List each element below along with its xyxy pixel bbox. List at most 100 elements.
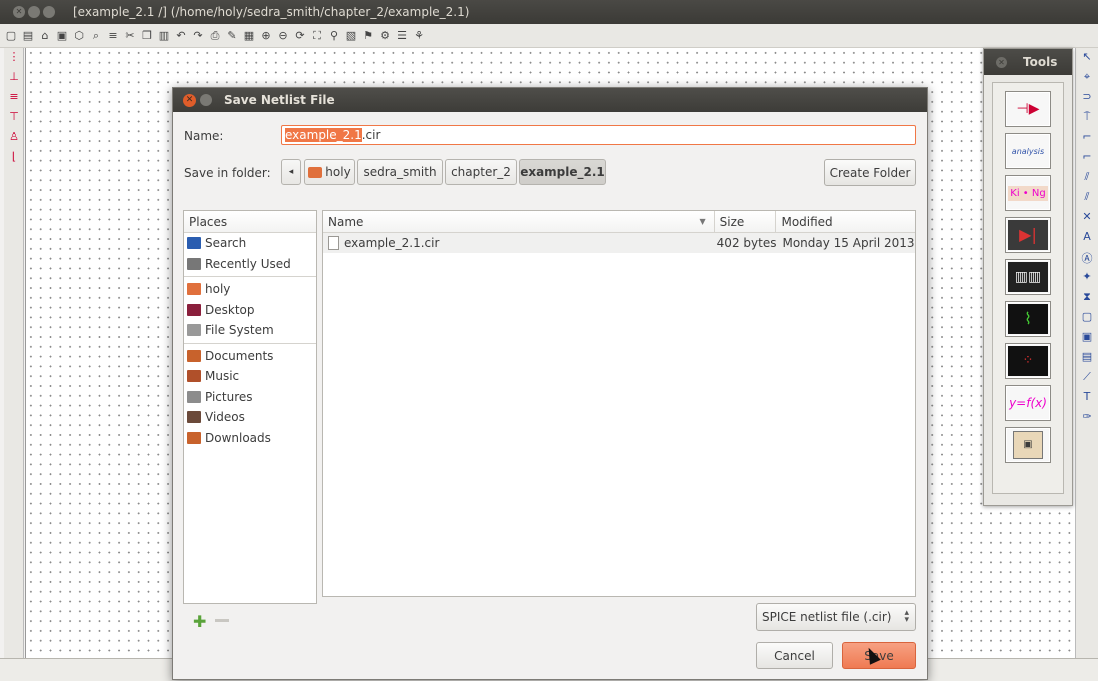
left-toolbar: ⋮ ⊥ ≡ ⊤ ♙ ⌊ bbox=[4, 48, 24, 658]
zoom-out-icon[interactable]: ⊖ bbox=[275, 28, 291, 44]
close-icon[interactable]: ✕ bbox=[996, 56, 1007, 68]
grid-icon[interactable]: ⋮ bbox=[6, 50, 22, 68]
import-sheet-icon[interactable]: ▣ bbox=[1079, 330, 1095, 347]
mm-units-icon[interactable]: ≡ bbox=[6, 90, 22, 108]
page-settings-icon[interactable]: ⬡ bbox=[71, 28, 87, 44]
tool-function-button[interactable]: y=f(x) bbox=[1005, 385, 1051, 421]
hier-label-icon[interactable]: ⧗ bbox=[1079, 290, 1095, 307]
library-icon[interactable]: ⌂ bbox=[37, 28, 53, 44]
add-bus-icon[interactable]: ⌐ bbox=[1079, 150, 1095, 167]
bom-icon[interactable]: ☰ bbox=[394, 28, 410, 44]
tool-kicad-ngspice-button[interactable]: Ki • Ng bbox=[1005, 175, 1051, 211]
breadcrumb-example-2-1[interactable]: example_2.1 bbox=[519, 159, 606, 185]
subcircuit-icon: ▥▥ bbox=[1008, 262, 1048, 292]
places-item-documents[interactable]: Documents bbox=[184, 346, 316, 367]
places-item-pictures[interactable]: Pictures bbox=[184, 387, 316, 408]
paste-icon[interactable]: ▥ bbox=[156, 28, 172, 44]
pcbnew-icon[interactable]: ⚘ bbox=[411, 28, 427, 44]
tool-model-editor-button[interactable]: ▶| bbox=[1005, 217, 1051, 253]
create-folder-button[interactable]: Create Folder bbox=[824, 159, 916, 186]
places-item-label: Search bbox=[205, 236, 247, 251]
zoom-in-icon[interactable]: ⊕ bbox=[258, 28, 274, 44]
net-label-icon[interactable]: A bbox=[1079, 230, 1095, 247]
sort-chevron-down-icon: ▼ bbox=[699, 217, 706, 226]
add-wire-icon[interactable]: ⌐ bbox=[1079, 130, 1095, 147]
bus-entry-icon[interactable]: ⌊ bbox=[6, 150, 22, 168]
new-file-icon[interactable]: ▢ bbox=[3, 28, 19, 44]
desktop-icon bbox=[187, 303, 201, 316]
minimize-icon[interactable] bbox=[28, 6, 40, 18]
maximize-icon[interactable] bbox=[200, 94, 212, 106]
hidden-pins-icon[interactable]: ♙ bbox=[6, 130, 22, 148]
tool-modelica-button[interactable]: ⁘ bbox=[1005, 343, 1051, 379]
close-icon[interactable]: ✕ bbox=[13, 6, 25, 18]
places-item-holy[interactable]: holy bbox=[184, 279, 316, 300]
file-type-select[interactable]: SPICE netlist file (.cir) ▴ ▾ bbox=[756, 603, 916, 631]
add-bookmark-icon[interactable]: ✚ bbox=[193, 612, 206, 631]
undo-icon[interactable]: ↶ bbox=[173, 28, 189, 44]
breadcrumb-back-button[interactable]: ◂ bbox=[281, 159, 301, 185]
cancel-button[interactable]: Cancel bbox=[756, 642, 833, 669]
add-power-icon[interactable]: ⍑ bbox=[1079, 110, 1095, 127]
wire-to-bus-icon[interactable]: ⫽ bbox=[1079, 170, 1095, 187]
find-icon[interactable]: ⌕ bbox=[88, 28, 104, 44]
column-name-header[interactable]: Name ▼ bbox=[323, 211, 715, 232]
global-label-icon[interactable]: Ⓐ bbox=[1079, 250, 1095, 267]
remove-bookmark-icon[interactable] bbox=[215, 619, 229, 622]
find-component-icon[interactable]: ⚲ bbox=[326, 28, 342, 44]
redo-icon[interactable]: ↷ bbox=[190, 28, 206, 44]
tool-subcircuit-button[interactable]: ▥▥ bbox=[1005, 259, 1051, 295]
no-connect-icon[interactable]: ✕ bbox=[1079, 210, 1095, 227]
maximize-icon[interactable] bbox=[43, 6, 55, 18]
hierarchy-navigator-icon[interactable]: ⌖ bbox=[1079, 70, 1095, 87]
bus-to-bus-icon[interactable]: ⫽ bbox=[1079, 190, 1095, 207]
add-component-icon[interactable]: ⊃ bbox=[1079, 90, 1095, 107]
open-file-icon[interactable]: ▤ bbox=[20, 28, 36, 44]
save-icon[interactable]: ▣ bbox=[54, 28, 70, 44]
filename-input[interactable]: example_2.1.cir bbox=[281, 125, 916, 145]
tool-chip-button[interactable]: ▣ bbox=[1005, 427, 1051, 463]
close-icon[interactable]: ✕ bbox=[183, 93, 196, 107]
tool-analysis-button[interactable]: analysis bbox=[1005, 133, 1051, 169]
cursor-shape-icon[interactable]: ⊤ bbox=[6, 110, 22, 128]
home-folder-icon bbox=[308, 166, 323, 178]
places-item-recently-used[interactable]: Recently Used bbox=[184, 254, 316, 275]
places-header: Places bbox=[184, 211, 316, 233]
column-size-header[interactable]: Size bbox=[715, 211, 777, 232]
filename-extension: .cir bbox=[361, 128, 381, 142]
breadcrumb-holy[interactable]: holy bbox=[304, 159, 355, 185]
tool-eeschema-button[interactable]: ⊣▶ bbox=[1005, 91, 1051, 127]
breadcrumb-chapter-2[interactable]: chapter_2 bbox=[445, 159, 517, 185]
hierarchy-icon[interactable]: ≡ bbox=[105, 28, 121, 44]
zoom-fit-icon[interactable]: ⛶ bbox=[309, 28, 325, 44]
netlist-icon[interactable]: ▦ bbox=[241, 28, 257, 44]
graphic-line-icon[interactable]: ⟋ bbox=[1079, 370, 1095, 387]
erc-icon[interactable]: ⚑ bbox=[360, 28, 376, 44]
plot-icon[interactable]: ✎ bbox=[224, 28, 240, 44]
file-row[interactable]: example_2.1.cir 402 bytes Monday 15 Apri… bbox=[323, 233, 915, 253]
places-item-downloads[interactable]: Downloads bbox=[184, 428, 316, 449]
delete-icon[interactable]: ✑ bbox=[1079, 410, 1095, 427]
cvpcb-icon[interactable]: ⚙ bbox=[377, 28, 393, 44]
inch-units-icon[interactable]: ⊥ bbox=[6, 70, 22, 88]
home-folder-icon bbox=[187, 283, 201, 296]
copy-icon[interactable]: ❐ bbox=[139, 28, 155, 44]
places-item-file-system[interactable]: File System bbox=[184, 320, 316, 341]
places-item-videos[interactable]: Videos bbox=[184, 407, 316, 428]
tool-pcb-button[interactable]: ⌇ bbox=[1005, 301, 1051, 337]
print-icon[interactable]: ⎙ bbox=[207, 28, 223, 44]
places-item-music[interactable]: Music bbox=[184, 366, 316, 387]
junction-icon[interactable]: ✦ bbox=[1079, 270, 1095, 287]
places-item-search[interactable]: Search bbox=[184, 233, 316, 254]
cut-icon[interactable]: ✂ bbox=[122, 28, 138, 44]
places-item-desktop[interactable]: Desktop bbox=[184, 300, 316, 321]
hier-pin-icon[interactable]: ▤ bbox=[1079, 350, 1095, 367]
text-icon[interactable]: T bbox=[1079, 390, 1095, 407]
column-modified-header[interactable]: Modified bbox=[776, 211, 915, 232]
zoom-redraw-icon[interactable]: ⟳ bbox=[292, 28, 308, 44]
select-arrow-icon[interactable]: ↖ bbox=[1079, 50, 1095, 67]
annotate-icon[interactable]: ▧ bbox=[343, 28, 359, 44]
hier-sheet-icon[interactable]: ▢ bbox=[1079, 310, 1095, 327]
music-icon bbox=[187, 370, 201, 383]
breadcrumb-sedra-smith[interactable]: sedra_smith bbox=[357, 159, 443, 185]
